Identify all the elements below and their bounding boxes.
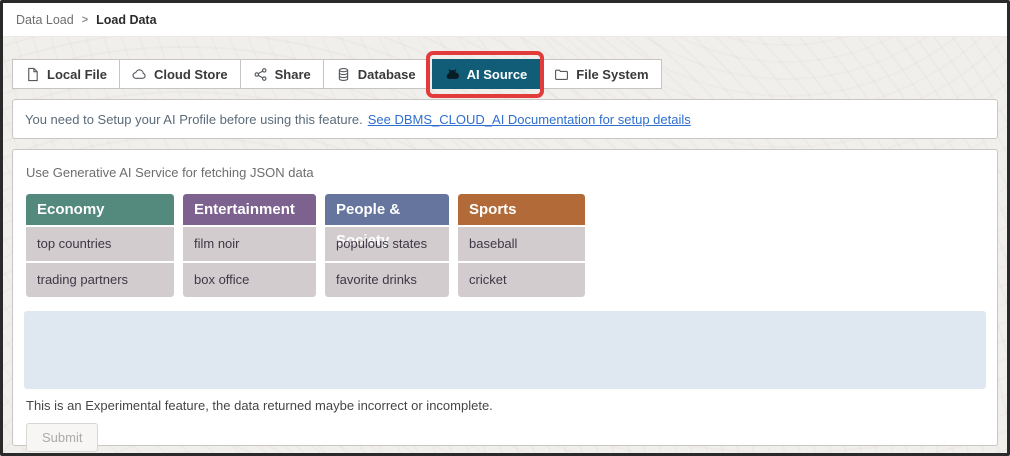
tab-label: Local File (47, 67, 107, 82)
suggestion-item[interactable]: box office (183, 263, 316, 297)
tab-label: Database (358, 67, 416, 82)
suggestion-item[interactable]: cricket (458, 263, 585, 297)
tab-database[interactable]: Database (323, 59, 429, 89)
category-header: People & Society (325, 194, 449, 225)
data-load-screen: Data Load > Load Data Local File Cloud S… (0, 0, 1010, 456)
ai-cloud-icon (445, 67, 460, 82)
submit-button[interactable]: Submit (26, 423, 98, 452)
category-card-sports: Sports baseball cricket (458, 194, 585, 297)
category-header: Sports (458, 194, 585, 225)
breadcrumb-separator: > (82, 14, 88, 26)
suggestion-item[interactable]: film noir (183, 227, 316, 261)
tab-label: AI Source (467, 67, 528, 82)
notice-text: You need to Setup your AI Profile before… (25, 112, 363, 127)
category-card-entertainment: Entertainment film noir box office (183, 194, 316, 297)
suggestion-item[interactable]: trading partners (26, 263, 174, 297)
suggestion-cards: Economy top countries trading partners E… (26, 194, 986, 297)
dbms-cloud-ai-doc-link[interactable]: See DBMS_CLOUD_AI Documentation for setu… (368, 112, 691, 127)
suggestion-item[interactable]: top countries (26, 227, 174, 261)
breadcrumb: Data Load > Load Data (3, 3, 1007, 37)
category-card-people-society: People & Society populous states favorit… (325, 194, 449, 297)
database-icon (336, 67, 351, 82)
ai-profile-notice: You need to Setup your AI Profile before… (12, 99, 998, 139)
suggestion-item[interactable]: favorite drinks (325, 263, 449, 297)
experimental-disclaimer: This is an Experimental feature, the dat… (26, 398, 986, 413)
breadcrumb-parent[interactable]: Data Load (16, 13, 74, 27)
tab-label: Share (275, 67, 311, 82)
tab-cloud-store[interactable]: Cloud Store (119, 59, 241, 89)
ai-prompt-input[interactable] (24, 311, 986, 389)
tab-ai-source[interactable]: AI Source (432, 59, 541, 89)
cloud-icon (132, 67, 147, 82)
ai-source-panel: Use Generative AI Service for fetching J… (12, 149, 998, 446)
tab-label: Cloud Store (154, 67, 228, 82)
tab-label: File System (576, 67, 648, 82)
tab-share[interactable]: Share (240, 59, 324, 89)
load-data-tabbar: Local File Cloud Store Share Database AI… (12, 59, 999, 89)
suggestion-item[interactable]: populous states (325, 227, 449, 261)
panel-heading: Use Generative AI Service for fetching J… (26, 165, 986, 180)
file-icon (25, 67, 40, 82)
folder-icon (554, 67, 569, 82)
tab-local-file[interactable]: Local File (12, 59, 120, 89)
category-card-economy: Economy top countries trading partners (26, 194, 174, 297)
share-icon (253, 67, 268, 82)
category-header: Entertainment (183, 194, 316, 225)
breadcrumb-current: Load Data (96, 13, 156, 27)
category-header: Economy (26, 194, 174, 225)
suggestion-item[interactable]: baseball (458, 227, 585, 261)
tab-file-system[interactable]: File System (541, 59, 661, 89)
